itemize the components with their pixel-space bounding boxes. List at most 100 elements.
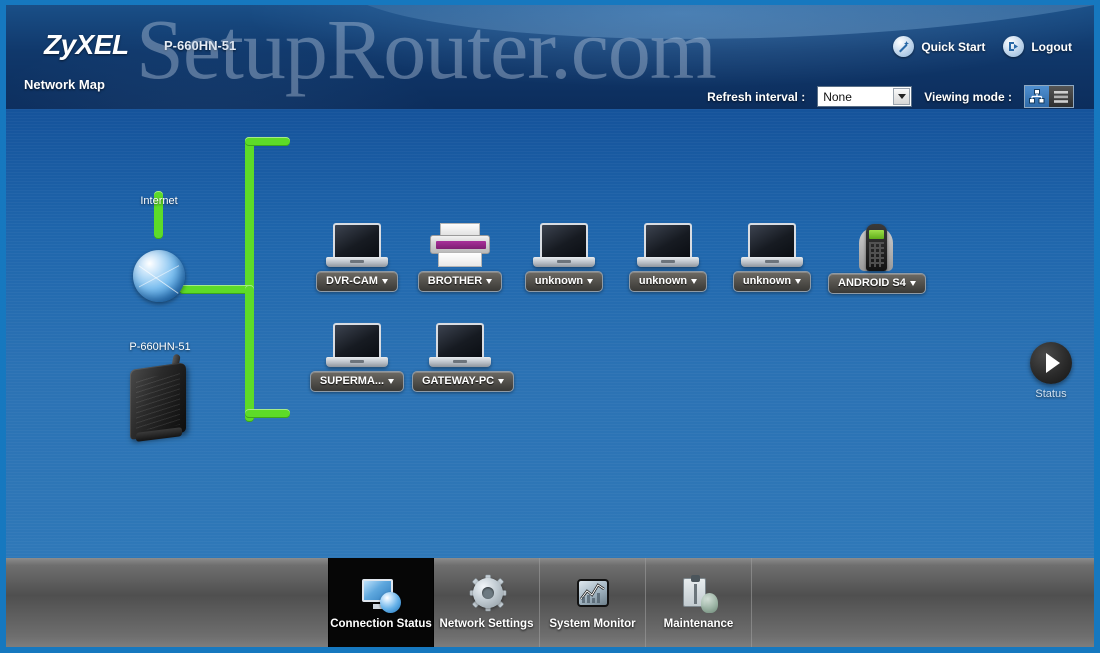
device-name-button[interactable]: DVR-CAM bbox=[316, 271, 398, 292]
laptop-icon bbox=[429, 323, 491, 371]
header-actions: Quick Start Logout bbox=[893, 36, 1072, 57]
device-name-label: unknown bbox=[742, 275, 792, 287]
topology-view-button[interactable] bbox=[1025, 86, 1049, 107]
chart-shape bbox=[576, 578, 609, 607]
device-name-button[interactable]: BROTHER bbox=[417, 271, 503, 292]
router-label: P-660HN-51 bbox=[129, 341, 191, 353]
quick-start-label: Quick Start bbox=[921, 39, 986, 54]
chevron-down-icon[interactable] bbox=[893, 88, 911, 105]
nav-label: Maintenance bbox=[663, 617, 734, 630]
link-trunk-lower bbox=[245, 285, 254, 418]
device-name-label: DVR-CAM bbox=[326, 275, 378, 287]
phone-handset bbox=[866, 224, 887, 271]
monitor-globe-icon bbox=[361, 576, 401, 614]
device-name-button[interactable]: ANDROID S4 bbox=[828, 273, 926, 294]
page-header: ZyXEL P-660HN-51 Network Map SetupRouter… bbox=[6, 5, 1094, 109]
device-node[interactable]: SUPERMA... bbox=[309, 323, 405, 392]
wrench-shape bbox=[700, 592, 718, 613]
device-name-button[interactable]: unknown bbox=[628, 271, 708, 292]
internet-label: Internet bbox=[140, 195, 178, 207]
chevron-down-icon bbox=[381, 278, 388, 284]
device-model-label: P-660HN-51 bbox=[164, 38, 237, 53]
chevron-down-icon bbox=[587, 278, 594, 284]
nav-item-system-monitor[interactable]: System Monitor bbox=[540, 558, 646, 647]
device-node[interactable]: unknown bbox=[516, 223, 612, 292]
device-name-label: unknown bbox=[534, 275, 584, 287]
zyxel-logo: ZyXEL bbox=[44, 29, 129, 60]
globe-shape bbox=[380, 591, 401, 613]
device-node[interactable]: unknown bbox=[724, 223, 820, 292]
router-device-icon[interactable] bbox=[126, 353, 194, 442]
map-toolbar: Refresh interval : None Viewing mode : bbox=[707, 85, 1074, 108]
device-node[interactable]: BROTHER bbox=[412, 223, 508, 292]
laptop-screen bbox=[644, 223, 692, 257]
device-name-button[interactable]: SUPERMA... bbox=[309, 371, 405, 392]
device-name-label: unknown bbox=[638, 275, 688, 287]
device-name-label: GATEWAY-PC bbox=[422, 375, 495, 387]
laptop-screen bbox=[540, 223, 588, 257]
laptop-screen bbox=[748, 223, 796, 257]
router-admin-page: ZyXEL P-660HN-51 Network Map SetupRouter… bbox=[0, 0, 1100, 653]
laptop-base bbox=[326, 257, 388, 267]
chevron-down-icon bbox=[691, 278, 698, 284]
network-map-canvas: Internet P-660HN-51 DVR-CAM BROTHER unkn… bbox=[6, 109, 1094, 558]
laptop-screen bbox=[333, 223, 381, 257]
logout-button[interactable]: Logout bbox=[1003, 36, 1072, 57]
refresh-interval-value: None bbox=[823, 89, 852, 104]
laptop-screen bbox=[333, 323, 381, 357]
device-name-label: SUPERMA... bbox=[319, 375, 385, 387]
gear-hub bbox=[472, 577, 503, 608]
laptop-base bbox=[533, 257, 595, 267]
viewing-mode-label: Viewing mode : bbox=[924, 89, 1012, 104]
device-name-label: BROTHER bbox=[427, 275, 483, 287]
nav-label: Network Settings bbox=[439, 617, 534, 630]
chart-icon bbox=[573, 576, 613, 614]
link-router-to-trunk bbox=[179, 285, 254, 294]
chevron-down-icon bbox=[388, 378, 395, 384]
logout-icon bbox=[1003, 36, 1025, 57]
bottom-navigation-bar: Connection Status Network Settings Syste… bbox=[6, 558, 1094, 647]
nav-item-connection-status[interactable]: Connection Status bbox=[328, 558, 434, 647]
device-name-button[interactable]: unknown bbox=[732, 271, 812, 292]
magic-wand-icon bbox=[893, 36, 915, 57]
chevron-right-icon bbox=[1030, 342, 1072, 384]
printer-paper-output bbox=[438, 252, 482, 267]
chevron-down-icon bbox=[795, 278, 802, 284]
refresh-interval-select[interactable]: None bbox=[817, 86, 913, 107]
page-title: Network Map bbox=[24, 77, 105, 92]
device-name-label: ANDROID S4 bbox=[838, 277, 906, 289]
quick-start-button[interactable]: Quick Start bbox=[893, 36, 985, 57]
chevron-down-icon bbox=[486, 278, 493, 284]
internet-globe-icon[interactable] bbox=[133, 250, 185, 302]
laptop-base bbox=[741, 257, 803, 267]
laptop-base bbox=[429, 357, 491, 367]
laptop-icon bbox=[533, 223, 595, 271]
nav-label: Connection Status bbox=[330, 617, 432, 630]
laptop-icon bbox=[326, 223, 388, 271]
link-bottom-branch bbox=[245, 409, 290, 418]
laptop-base bbox=[326, 357, 388, 367]
device-name-button[interactable]: GATEWAY-PC bbox=[412, 371, 515, 392]
nav-left-spacer bbox=[6, 558, 328, 647]
device-name-button[interactable]: unknown bbox=[524, 271, 604, 292]
nav-item-network-settings[interactable]: Network Settings bbox=[434, 558, 540, 647]
device-node[interactable]: ANDROID S4 bbox=[828, 223, 926, 294]
status-panel-button[interactable]: Status bbox=[1020, 342, 1082, 400]
laptop-icon bbox=[326, 323, 388, 371]
device-node[interactable]: unknown bbox=[620, 223, 716, 292]
nav-label: System Monitor bbox=[549, 617, 636, 630]
phone-icon bbox=[853, 223, 899, 273]
nav-item-maintenance[interactable]: Maintenance bbox=[646, 558, 752, 647]
status-button-label: Status bbox=[1035, 388, 1067, 400]
laptop-icon bbox=[741, 223, 803, 271]
chevron-down-icon bbox=[909, 280, 916, 286]
link-top-branch bbox=[245, 137, 290, 146]
printer-icon bbox=[428, 223, 492, 271]
device-node[interactable]: DVR-CAM bbox=[309, 223, 405, 292]
laptop-icon bbox=[637, 223, 699, 271]
device-node[interactable]: GATEWAY-PC bbox=[412, 323, 515, 392]
laptop-base bbox=[637, 257, 699, 267]
list-view-button[interactable] bbox=[1049, 86, 1073, 107]
logout-label: Logout bbox=[1031, 39, 1072, 54]
clipboard-tools-icon bbox=[679, 574, 719, 614]
